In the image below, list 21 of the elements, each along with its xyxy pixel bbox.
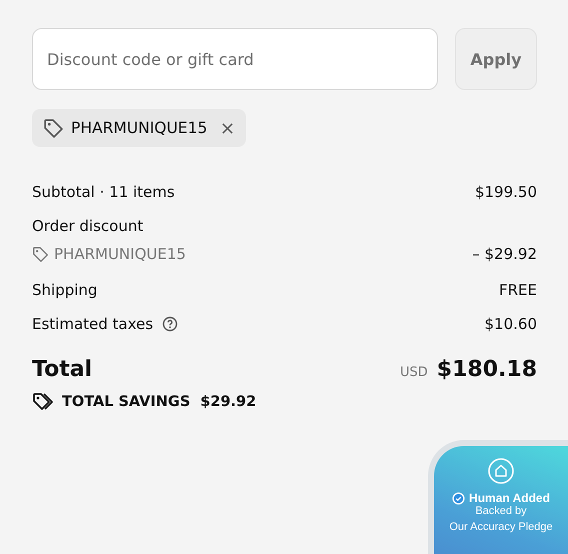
summary-label: Order discount [32,217,144,235]
summary-label: Subtotal · 11 items [32,183,175,201]
summary-value: $10.60 [484,315,537,333]
total-amount: $180.18 [436,357,537,382]
discount-code: PHARMUNIQUE15 [54,245,186,263]
discount-code-field[interactable]: Discount code or gift card [32,28,438,90]
summary-value: $199.50 [474,183,537,201]
currency-code: USD [400,365,428,380]
badge-text: Backed by [475,505,527,518]
savings-label: TOTAL SAVINGS [62,394,190,410]
apply-button[interactable]: Apply [455,28,537,90]
badge-title: Human Added [469,491,550,505]
total-label: Total [32,357,92,382]
summary-label: Estimated taxes [32,315,154,333]
badge-text: Our Accuracy Pledge [449,521,553,534]
summary-label: Shipping [32,281,98,299]
pledge-badge[interactable]: Human Added Backed by Our Accuracy Pledge [428,440,568,554]
savings-amount: $29.92 [200,394,256,410]
discount-code: PHARMUNIQUE15 [71,119,208,137]
summary-value: – $29.92 [472,245,537,263]
summary-value: FREE [498,281,537,299]
